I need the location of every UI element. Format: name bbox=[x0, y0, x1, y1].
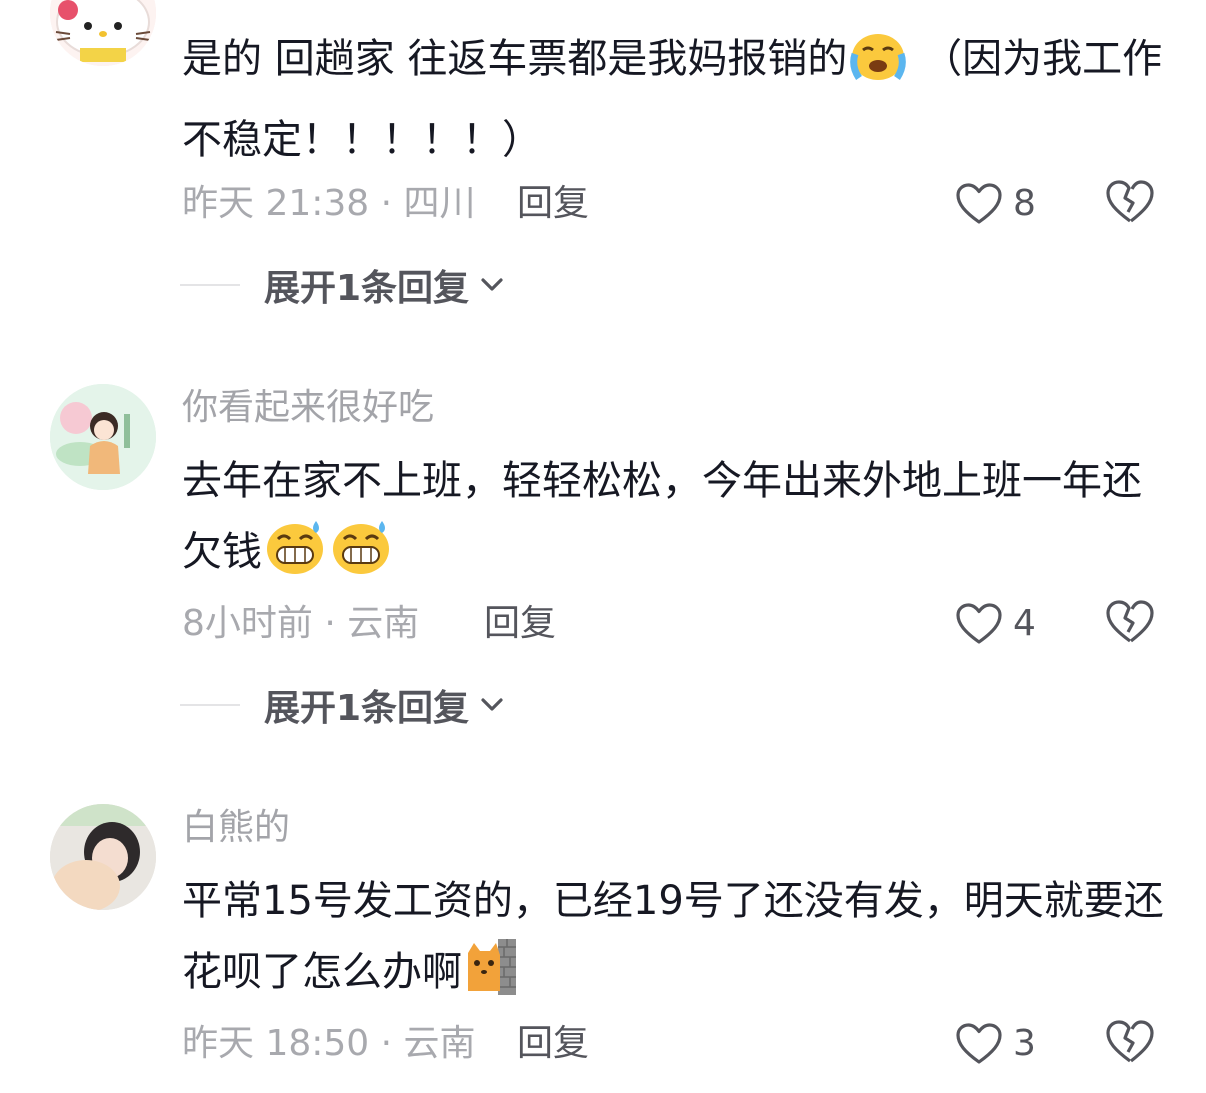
comment-text: 平常15号发工资的，已经19号了还没有发，明天就要还花呗了怎么办啊 bbox=[182, 866, 1172, 1018]
comment-text: 去年在家不上班，轻轻松松，今年出来外地上班一年还欠钱 bbox=[182, 446, 1172, 598]
like-button[interactable]: 3 bbox=[955, 1019, 1036, 1069]
reply-button[interactable]: 回复 bbox=[484, 602, 556, 646]
grinning-sweat-emoji-icon bbox=[264, 519, 326, 598]
hello-kitty-avatar-icon bbox=[50, 0, 156, 66]
chevron-down-icon bbox=[481, 698, 503, 711]
username[interactable]: 白熊的 bbox=[182, 806, 290, 850]
broken-heart-icon bbox=[1106, 180, 1154, 223]
heart-outline-icon bbox=[956, 603, 1002, 644]
like-count: 8 bbox=[1013, 183, 1036, 224]
person-photo-avatar-icon bbox=[50, 804, 156, 910]
heart-outline-icon bbox=[956, 1023, 1002, 1064]
reply-button[interactable]: 回复 bbox=[517, 1022, 589, 1066]
like-button[interactable]: 4 bbox=[955, 599, 1036, 649]
avatar[interactable] bbox=[50, 0, 156, 66]
crying-face-emoji-icon bbox=[849, 30, 907, 105]
divider-line bbox=[180, 704, 240, 706]
avatar[interactable] bbox=[50, 384, 156, 490]
expand-replies-label: 展开1条回复 bbox=[264, 268, 470, 309]
like-button[interactable]: 8 bbox=[955, 179, 1036, 229]
heart-outline-icon bbox=[956, 183, 1002, 224]
chevron-down-icon bbox=[481, 278, 503, 291]
comment-text: 是的 回趟家 往返车票都是我妈报销的 （因为我工作不稳定！！！！！） bbox=[182, 24, 1172, 176]
broken-heart-icon bbox=[1106, 600, 1154, 643]
broken-heart-icon bbox=[1106, 1020, 1154, 1063]
divider-line bbox=[180, 284, 240, 286]
expand-replies-label: 展开1条回复 bbox=[264, 688, 470, 729]
comment-time-location: 昨天 18:50 · 云南 bbox=[182, 1023, 476, 1064]
comment-time-location: 8小时前 · 云南 bbox=[182, 603, 420, 644]
grinning-sweat-emoji-icon bbox=[330, 519, 392, 598]
like-count: 3 bbox=[1013, 1023, 1036, 1064]
expand-replies-button[interactable]: 展开1条回复 bbox=[180, 263, 505, 309]
reply-button[interactable]: 回复 bbox=[517, 182, 589, 226]
avatar[interactable] bbox=[50, 804, 156, 910]
dislike-button[interactable] bbox=[1104, 599, 1156, 649]
cat-peeking-wall-emoji-icon bbox=[464, 939, 518, 1018]
girl-illustration-avatar-icon bbox=[50, 384, 156, 490]
like-count: 4 bbox=[1013, 603, 1036, 644]
username[interactable]: 你看起来很好吃 bbox=[182, 386, 434, 430]
dislike-button[interactable] bbox=[1104, 179, 1156, 229]
comment-time-location: 昨天 21:38 · 四川 bbox=[182, 183, 476, 224]
dislike-button[interactable] bbox=[1104, 1019, 1156, 1069]
expand-replies-button[interactable]: 展开1条回复 bbox=[180, 683, 505, 729]
